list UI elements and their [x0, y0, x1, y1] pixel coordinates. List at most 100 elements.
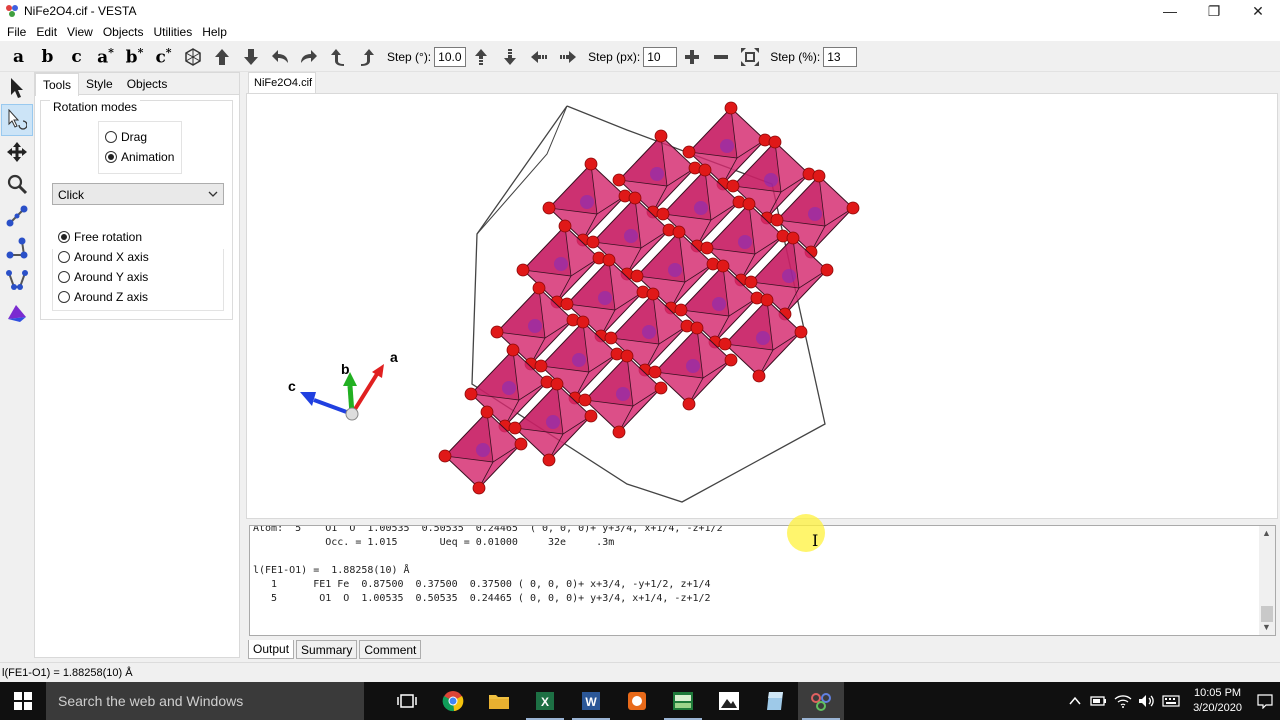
turn-left-icon — [330, 48, 344, 66]
taskbar-clock[interactable]: 10:05 PM 3/20/2020 — [1183, 686, 1250, 716]
standard-orientation-button[interactable] — [178, 44, 207, 70]
menu-help[interactable]: Help — [197, 25, 232, 39]
oxygen-atom — [716, 259, 730, 273]
oxygen-atom — [628, 191, 642, 205]
scroll-down-icon[interactable]: ▼ — [1262, 622, 1271, 632]
rotate-cw-button[interactable] — [352, 44, 381, 70]
minus-icon — [713, 54, 728, 59]
lattice-plane-icon — [8, 305, 26, 322]
angle-tool-button[interactable] — [1, 232, 33, 264]
rotate-down-button[interactable] — [236, 44, 265, 70]
wifi-signal-icon — [1114, 695, 1132, 708]
view-along-c-button[interactable]: c — [62, 47, 91, 67]
chrome-app[interactable] — [430, 682, 476, 720]
keyboard-icon[interactable] — [1159, 694, 1183, 708]
translate-left-button[interactable] — [524, 44, 553, 70]
start-button[interactable] — [0, 682, 46, 720]
rotate-up-button[interactable] — [207, 44, 236, 70]
dihedral-angle-icon — [6, 270, 28, 290]
tab-objects[interactable]: Objects — [120, 73, 175, 95]
menu-view[interactable]: View — [62, 25, 98, 39]
fit-to-screen-button[interactable] — [735, 44, 764, 70]
menu-file[interactable]: File — [2, 25, 31, 39]
minimize-button[interactable]: — — [1148, 0, 1192, 22]
photos-app[interactable] — [706, 682, 752, 720]
taskbar-search[interactable]: Search the web and Windows — [46, 682, 364, 720]
tab-style[interactable]: Style — [79, 73, 120, 95]
animation-radio[interactable]: Animation — [105, 147, 181, 167]
click-mode-select[interactable]: Click — [52, 183, 224, 205]
rotate-right-button[interactable] — [294, 44, 323, 70]
rotate-tool-button[interactable] — [1, 104, 33, 136]
dihedral-tool-button[interactable] — [1, 264, 33, 296]
volume-icon[interactable] — [1135, 694, 1159, 708]
clock-time: 10:05 PM — [1193, 687, 1242, 699]
task-view-button[interactable] — [384, 682, 430, 720]
translate-tool-button[interactable] — [1, 136, 33, 168]
restore-button[interactable]: ❐ — [1192, 0, 1236, 22]
step-degrees-input[interactable] — [434, 46, 467, 67]
action-center-button[interactable] — [1250, 693, 1280, 709]
view-along-a-star-button[interactable]: a* — [91, 46, 120, 68]
output-scrollbar[interactable]: ▲ ▼ — [1259, 526, 1275, 635]
menu-utilities[interactable]: Utilities — [149, 25, 198, 39]
svg-text:W: W — [585, 695, 597, 709]
axis-b-label: b — [341, 361, 350, 377]
tab-output[interactable]: Output — [248, 640, 295, 659]
menu-objects[interactable]: Objects — [98, 25, 149, 39]
tab-comment[interactable]: Comment — [359, 640, 422, 659]
magnify-tool-button[interactable] — [1, 168, 33, 200]
oxygen-atom — [820, 263, 834, 277]
document-tab[interactable]: NiFe2O4.cif — [248, 72, 316, 94]
oxygen-atom — [490, 325, 504, 339]
axis-label: a — [97, 47, 109, 68]
polyhedron-orientation-icon — [184, 47, 201, 66]
axis-c-arrowhead — [300, 392, 316, 406]
tab-tools[interactable]: Tools — [35, 73, 80, 96]
media-app[interactable] — [614, 682, 660, 720]
oxygen-atom — [550, 377, 564, 391]
zoom-out-button[interactable] — [706, 44, 735, 70]
select-tool-button[interactable] — [1, 72, 33, 104]
view-along-c-star-button[interactable]: c* — [149, 46, 178, 68]
oxygen-atom — [846, 201, 860, 215]
view-along-b-star-button[interactable]: b* — [120, 46, 149, 68]
wifi-icon[interactable] — [1111, 694, 1135, 708]
battery-icon[interactable] — [1087, 694, 1111, 708]
eps-toolbar-app[interactable] — [660, 682, 706, 720]
view-along-b-button[interactable]: b — [33, 47, 62, 67]
distance-tool-button[interactable] — [1, 200, 33, 232]
translate-down-button[interactable] — [495, 44, 524, 70]
notes-app[interactable] — [752, 682, 798, 720]
translate-right-button[interactable] — [553, 44, 582, 70]
zoom-in-button[interactable] — [677, 44, 706, 70]
menu-edit[interactable]: Edit — [31, 25, 62, 39]
radio-indicator — [58, 271, 70, 283]
oxygen-atom — [576, 315, 590, 329]
scroll-up-icon[interactable]: ▲ — [1262, 528, 1271, 538]
view-along-a-button[interactable]: a — [4, 47, 33, 67]
scrollbar-thumb[interactable] — [1261, 606, 1273, 622]
word-app[interactable]: W — [568, 682, 614, 720]
output-text-area[interactable]: Atom: 5 O1 O 1.00535 0.50535 0.24465 ( 0… — [249, 525, 1276, 636]
mode-radio-group: Drag Animation — [98, 121, 182, 174]
step-px-input[interactable] — [643, 46, 678, 67]
structure-viewport[interactable]: a b c — [246, 93, 1278, 519]
plane-tool-button[interactable] — [1, 296, 33, 328]
tab-summary[interactable]: Summary — [296, 640, 358, 659]
oxygen-atom — [472, 481, 486, 495]
rotate-left-button[interactable] — [265, 44, 294, 70]
step-percent-input[interactable] — [823, 46, 858, 67]
excel-app[interactable]: X — [522, 682, 568, 720]
step-percent-label: Step (%): — [770, 49, 821, 64]
oxygen-atom — [682, 145, 696, 159]
oxygen-atom — [656, 207, 670, 221]
close-button[interactable]: ✕ — [1236, 0, 1280, 22]
vesta-app[interactable] — [798, 682, 844, 720]
drag-radio[interactable]: Drag — [105, 127, 181, 147]
rotate-ccw-button[interactable] — [323, 44, 352, 70]
file-explorer-app[interactable] — [476, 682, 522, 720]
translate-up-button[interactable] — [466, 44, 495, 70]
show-hidden-icons-button[interactable] — [1063, 696, 1087, 706]
free-rotation-radio[interactable]: Free rotation — [58, 227, 224, 247]
